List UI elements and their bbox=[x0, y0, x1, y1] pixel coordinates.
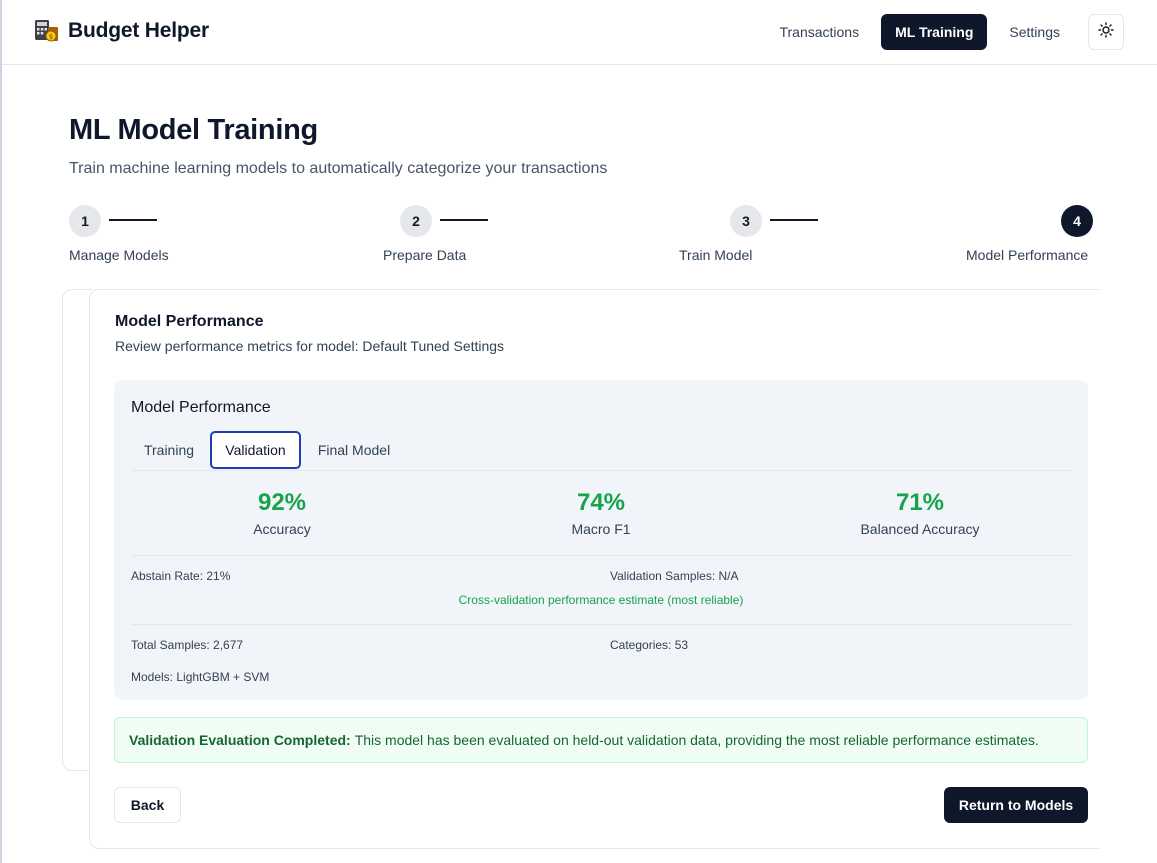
models-used: Models: LightGBM + SVM bbox=[131, 670, 270, 684]
app-header: $ Budget Helper Transactions ML Training… bbox=[2, 0, 1157, 65]
back-button[interactable]: Back bbox=[114, 787, 181, 823]
alert-message: This model has been evaluated on held-ou… bbox=[354, 732, 1039, 748]
metric-label: Accuracy bbox=[253, 521, 311, 537]
page-subtitle: Train machine learning models to automat… bbox=[69, 160, 608, 177]
step-connector bbox=[109, 219, 157, 221]
metric-value: 92% bbox=[257, 489, 307, 516]
nav-settings[interactable]: Settings bbox=[995, 14, 1074, 50]
return-to-models-button[interactable]: Return to Models bbox=[944, 787, 1088, 823]
performance-panel bbox=[114, 380, 1088, 700]
step-label-manage-models: Manage Models bbox=[69, 247, 169, 263]
tab-validation[interactable]: Validation bbox=[210, 431, 301, 469]
step-3[interactable]: 3 bbox=[730, 205, 762, 237]
metric-macro-f1: 74% Macro F1 bbox=[501, 489, 701, 537]
card-subtitle: Review performance metrics for model: De… bbox=[115, 338, 505, 354]
step-4[interactable]: 4 bbox=[1061, 205, 1093, 237]
brand[interactable]: $ Budget Helper bbox=[34, 18, 209, 44]
step-number: 1 bbox=[69, 205, 101, 237]
step-1[interactable]: 1 bbox=[69, 205, 101, 237]
tabs-divider bbox=[131, 470, 1072, 471]
metric-label: Balanced Accuracy bbox=[860, 521, 980, 537]
metric-value: 71% bbox=[895, 489, 945, 516]
alert-title: Validation Evaluation Completed: bbox=[129, 732, 351, 748]
svg-text:$: $ bbox=[49, 33, 53, 41]
sun-icon bbox=[1098, 21, 1114, 43]
theme-toggle-button[interactable] bbox=[1088, 14, 1124, 50]
step-2[interactable]: 2 bbox=[400, 205, 432, 237]
budget-logo-icon: $ bbox=[34, 18, 60, 44]
step-connector bbox=[440, 219, 488, 221]
nav-ml-training[interactable]: ML Training bbox=[881, 14, 988, 50]
validation-samples: Validation Samples: N/A bbox=[610, 569, 739, 583]
step-label-model-performance: Model Performance bbox=[966, 247, 1089, 263]
performance-panel-title: Model Performance bbox=[131, 399, 271, 416]
metric-label: Macro F1 bbox=[571, 521, 631, 537]
tab-final-model[interactable]: Final Model bbox=[305, 431, 403, 469]
step-number: 4 bbox=[1061, 205, 1093, 237]
step-number: 3 bbox=[730, 205, 762, 237]
step-connector bbox=[770, 219, 818, 221]
abstain-rate: Abstain Rate: 21% bbox=[131, 569, 231, 583]
step-label-prepare-data: Prepare Data bbox=[383, 247, 467, 263]
metric-accuracy: 92% Accuracy bbox=[182, 489, 382, 537]
nav-transactions[interactable]: Transactions bbox=[765, 14, 873, 50]
details-divider bbox=[131, 624, 1072, 625]
tab-training[interactable]: Training bbox=[131, 431, 207, 469]
previous-step-card bbox=[62, 289, 92, 771]
metric-value: 74% bbox=[576, 489, 626, 516]
step-number: 2 bbox=[400, 205, 432, 237]
card-title: Model Performance bbox=[115, 313, 264, 330]
cross-validation-note: Cross-validation performance estimate (m… bbox=[458, 593, 744, 607]
categories-count: Categories: 53 bbox=[610, 638, 689, 652]
step-label-train-model: Train Model bbox=[679, 247, 753, 263]
total-samples: Total Samples: 2,677 bbox=[131, 638, 244, 652]
metric-balanced-accuracy: 71% Balanced Accuracy bbox=[820, 489, 1020, 537]
top-nav: Transactions ML Training Settings bbox=[757, 14, 1124, 50]
validation-success-alert: Validation Evaluation Completed: This mo… bbox=[114, 717, 1088, 763]
metrics-divider bbox=[131, 555, 1072, 556]
app-title: Budget Helper bbox=[68, 19, 209, 42]
page-title: ML Model Training bbox=[69, 114, 318, 146]
